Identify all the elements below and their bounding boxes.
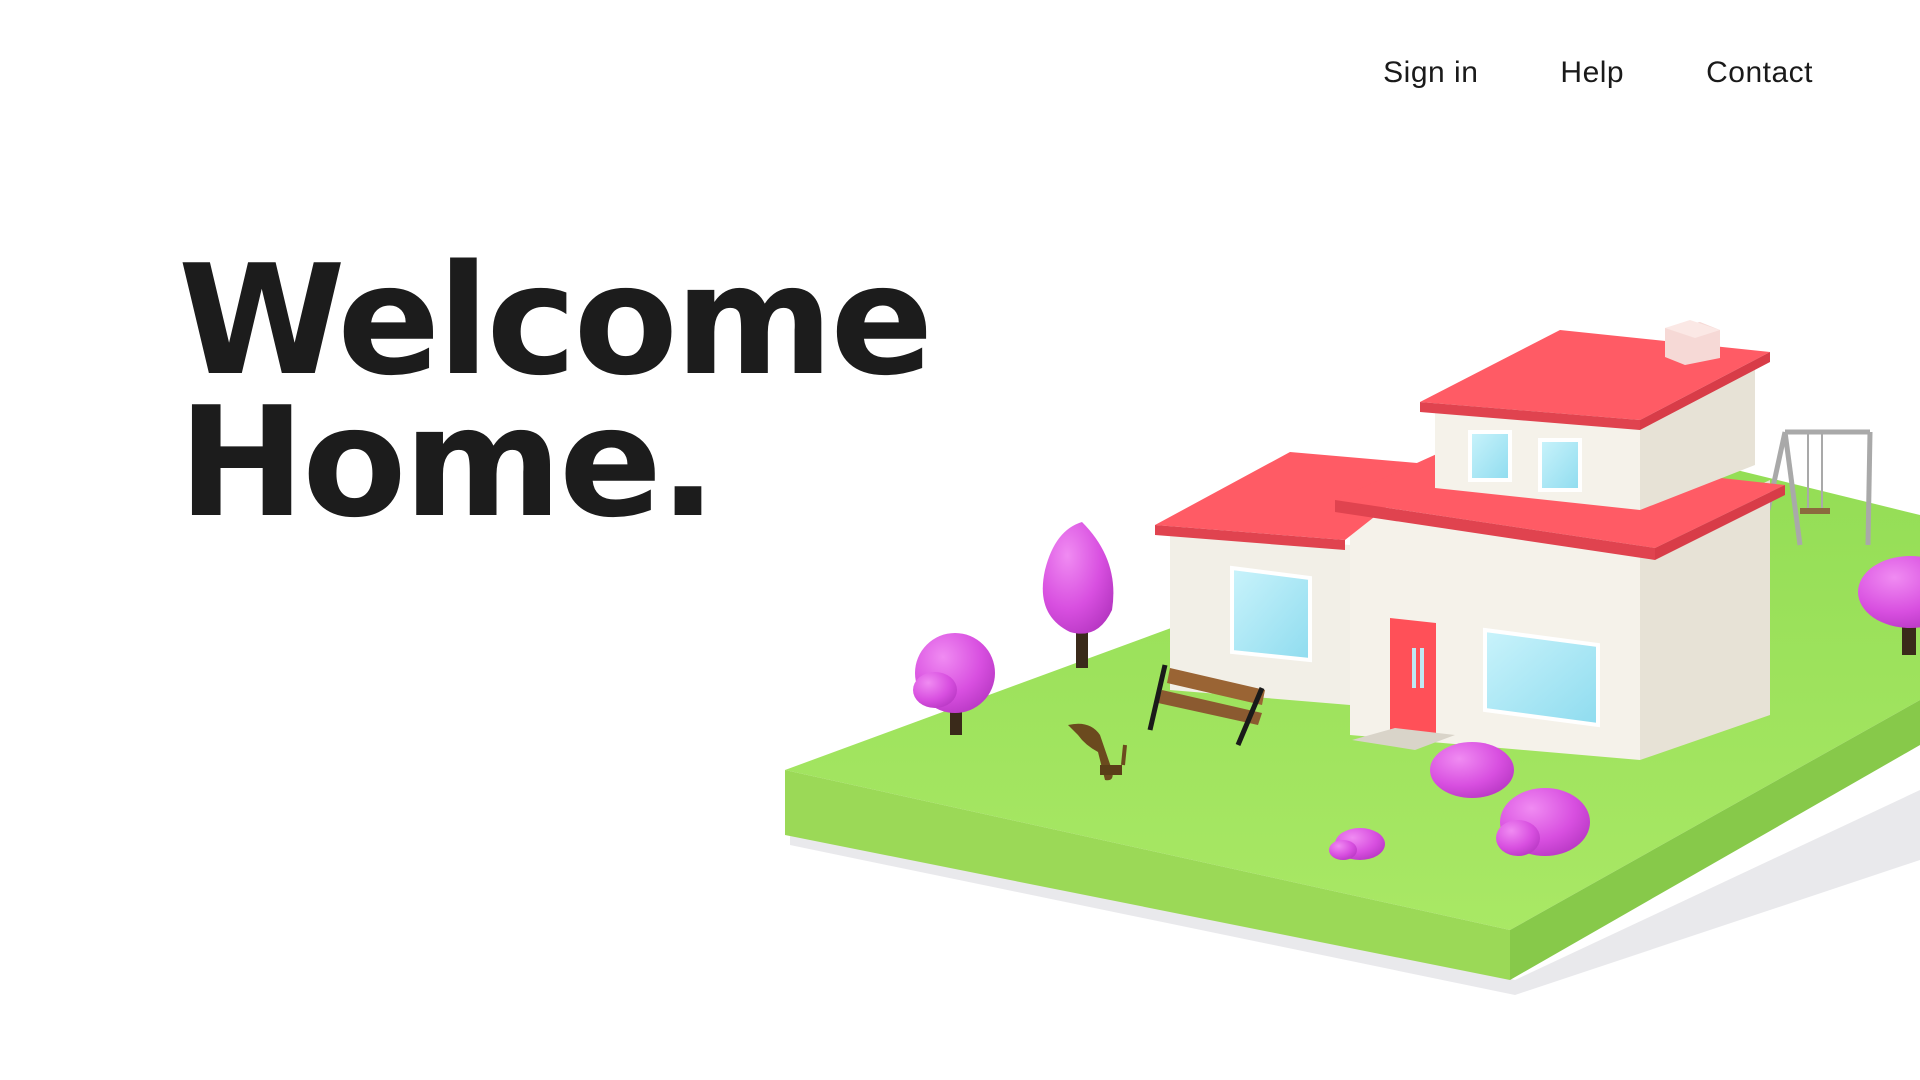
bush-icon xyxy=(1430,742,1514,798)
landing-page: Sign in Help Contact Welcome Home. xyxy=(0,0,1920,1080)
house-illustration xyxy=(785,320,1920,995)
tree-icon xyxy=(1042,522,1114,668)
